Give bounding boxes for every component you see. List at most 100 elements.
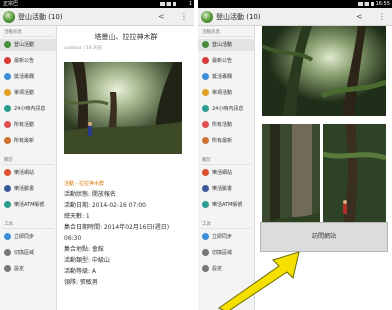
drawer-item-website[interactable]: 樂活網站 <box>198 167 254 179</box>
drawer-item-label: 登山活動 <box>14 42 35 48</box>
status-bar: 正宗巴 1 <box>0 0 194 8</box>
app-title[interactable]: 登山活動 (10) <box>18 12 63 22</box>
info-type: 活動類型: 中級山 <box>64 257 110 264</box>
drawer-item-label: 樂活網站 <box>212 170 233 176</box>
info-meet-time: 集合日期時間: 2014年02月16日(週日) <box>64 224 170 231</box>
info-leader: 領隊: 張敏男 <box>64 279 98 286</box>
list-icon <box>202 121 209 128</box>
event-title: 塔曼山、拉拉神木群 <box>94 33 158 41</box>
app-icon[interactable] <box>3 11 15 23</box>
drawer-item-all-events[interactable]: 所有活動 <box>198 119 254 131</box>
event-icon <box>202 89 209 96</box>
drawer-item-announcement[interactable]: 最新公告 <box>0 55 56 67</box>
web-icon <box>202 169 209 176</box>
status-time: 1 <box>188 1 192 7</box>
drawer-item-24h[interactable]: 24小時內訊息 <box>0 103 56 115</box>
drawer-item-label: 登山活動 <box>212 42 233 48</box>
divider <box>200 228 252 229</box>
divider <box>200 164 252 165</box>
drawer-item-bike[interactable]: 獎活專欄 <box>198 71 254 83</box>
signal-icon <box>358 2 374 6</box>
drawer-item-label: 最新公告 <box>14 58 35 64</box>
settings-icon <box>202 265 209 272</box>
overflow-menu-icon[interactable]: ⋮ <box>180 12 188 22</box>
atm-icon <box>4 201 11 208</box>
drawer-item-label: 單項活動 <box>14 90 35 96</box>
divider <box>2 228 54 229</box>
announcement-icon <box>202 57 209 64</box>
announcement-icon <box>4 57 11 64</box>
phone-screen-left: 正宗巴 1 登山活動 (10) < ⋮ 活動訊息 登山活動 最新公告 獎活專欄 … <box>0 0 194 310</box>
forest-photo[interactable] <box>262 26 386 116</box>
facebook-icon <box>202 185 209 192</box>
app-title[interactable]: 登山活動 (10) <box>216 12 261 22</box>
action-bar: 登山活動 (10) < ⋮ <box>0 8 194 26</box>
drawer-item-label: 最新公告 <box>212 58 233 64</box>
status-time: 16:55 <box>375 1 390 7</box>
drawer-item-label: 設定 <box>14 266 25 272</box>
drawer-item-label: 單項活動 <box>212 90 233 96</box>
drawer-section-tools: 工具 <box>4 222 13 227</box>
drawer-item-label: 樂活網站 <box>14 170 35 176</box>
star-icon <box>4 137 11 144</box>
action-bar: 登山活動 (10) < ⋮ <box>198 8 392 26</box>
drawer-item-event[interactable]: 單項活動 <box>0 87 56 99</box>
overflow-menu-icon[interactable]: ⋮ <box>378 12 386 22</box>
drawer-item-label: 切換區域 <box>14 250 35 256</box>
region-icon <box>4 249 11 256</box>
info-status: 活動狀態: 開放報名 <box>64 191 116 198</box>
drawer-item-label: 立即同步 <box>14 234 35 240</box>
drawer-item-settings[interactable]: 設定 <box>0 263 56 275</box>
divider <box>2 36 54 37</box>
drawer-item-label: 獎活專欄 <box>14 74 35 80</box>
status-text: 正宗巴 <box>3 1 19 7</box>
signal-icon <box>160 2 176 6</box>
settings-icon <box>4 265 11 272</box>
region-icon <box>202 249 209 256</box>
event-detail: 塔曼山、拉拉神木群 outdoor / 18 天前 活動 - 拉拉神木群 活動狀… <box>58 26 194 310</box>
drawer-item-24h[interactable]: 24小時內訊息 <box>198 103 254 115</box>
drawer-item-mountain[interactable]: 登山活動 <box>0 39 56 51</box>
drawer-item-atm[interactable]: 樂活ATM帳號 <box>198 199 254 211</box>
drawer-section-other: 關於 <box>202 158 211 163</box>
drawer-item-website[interactable]: 樂活網站 <box>0 167 56 179</box>
drawer-item-label: 樂活臉書 <box>212 186 233 192</box>
bike-icon <box>4 73 11 80</box>
drawer-item-all-events[interactable]: 所有活動 <box>0 119 56 131</box>
event-highlight: 活動 - 拉拉神木群 <box>64 181 104 187</box>
web-icon <box>4 169 11 176</box>
drawer-item-atm[interactable]: 樂活ATM帳號 <box>0 199 56 211</box>
drawer-item-label: 所有最新 <box>14 138 35 144</box>
event-meta: outdoor / 18 天前 <box>64 46 103 51</box>
star-icon <box>202 137 209 144</box>
drawer-item-label: 獎活專欄 <box>212 74 233 80</box>
sync-icon <box>202 233 209 240</box>
drawer-item-label: 樂活臉書 <box>14 186 35 192</box>
drawer-item-region[interactable]: 切換區域 <box>0 247 56 259</box>
divider <box>200 36 252 37</box>
drawer-item-all-latest[interactable]: 所有最新 <box>0 135 56 147</box>
drawer-item-event[interactable]: 單項活動 <box>198 87 254 99</box>
drawer-section-tools: 工具 <box>202 222 211 227</box>
status-bar: 16:55 <box>198 0 392 8</box>
drawer-section-main: 活動訊息 <box>4 30 22 35</box>
drawer-item-mountain[interactable]: 登山活動 <box>198 39 254 51</box>
share-icon[interactable]: < <box>356 12 365 22</box>
drawer-item-sync[interactable]: 立即同步 <box>0 231 56 243</box>
drawer-section-other: 關於 <box>4 158 13 163</box>
drawer-item-bike[interactable]: 獎活專欄 <box>0 71 56 83</box>
info-level: 活動等級: A <box>64 268 97 275</box>
navigation-drawer: 活動訊息 登山活動 最新公告 獎活專欄 單項活動 24小時內訊息 所有活動 所有… <box>0 26 57 310</box>
app-icon[interactable] <box>201 11 213 23</box>
drawer-item-all-latest[interactable]: 所有最新 <box>198 135 254 147</box>
share-icon[interactable]: < <box>158 12 167 22</box>
drawer-item-label: 所有活動 <box>212 122 233 128</box>
drawer-item-facebook[interactable]: 樂活臉書 <box>198 183 254 195</box>
drawer-item-label: 樂活ATM帳號 <box>212 202 243 208</box>
drawer-item-announcement[interactable]: 最新公告 <box>198 55 254 67</box>
forest-photo[interactable] <box>64 62 182 154</box>
drawer-item-facebook[interactable]: 樂活臉書 <box>0 183 56 195</box>
divider <box>2 164 54 165</box>
info-location: 集合地點: 會館 <box>64 246 104 253</box>
info-date: 活動日期: 2014-02-16 07:00 <box>64 202 146 209</box>
